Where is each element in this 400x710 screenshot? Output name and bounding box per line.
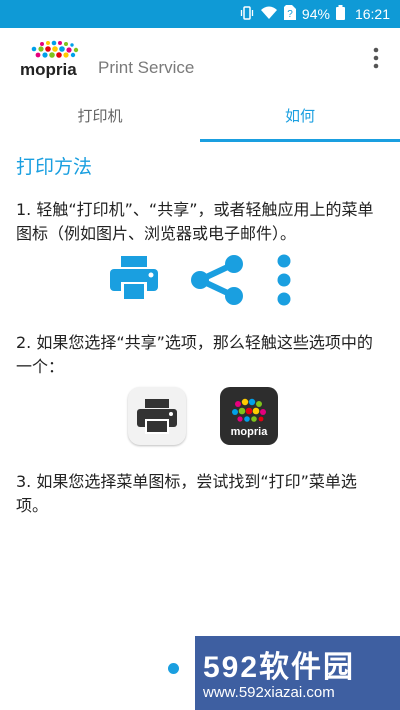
share-icon	[190, 254, 244, 310]
app-bar: mopria Print Service	[0, 28, 400, 90]
section-title: 打印方法	[16, 156, 93, 178]
battery-icon	[335, 5, 345, 23]
watermark-title: 592软件园	[203, 651, 356, 684]
tab-indicator	[200, 139, 400, 142]
printer-icon	[110, 256, 158, 306]
print-app-icon	[128, 387, 186, 445]
status-bar: ? 94% 16:21	[0, 0, 400, 28]
sim-unknown-icon: ?	[283, 5, 296, 23]
step-3-text: 3. 如果您选择菜单图标，尝试找到“打印”菜单选项。	[16, 472, 357, 515]
tab-bar: 打印机 如何	[0, 90, 400, 142]
tab-printers[interactable]: 打印机	[0, 90, 200, 142]
svg-text:?: ?	[287, 9, 293, 20]
more-vert-icon[interactable]	[370, 46, 382, 70]
tab-how-to[interactable]: 如何	[200, 90, 400, 142]
step-1-text: 1. 轻触“打印机”、“共享”，或者轻触应用上的菜单图标（例如图片、浏览器或电子…	[16, 200, 374, 243]
mopria-app-icon: mopria	[220, 387, 278, 445]
page-indicator-dot	[168, 663, 179, 674]
watermark-url: www.592xiazai.com	[203, 684, 335, 701]
wifi-icon	[260, 6, 278, 23]
status-time: 16:21	[354, 6, 390, 22]
step-2-text: 2. 如果您选择“共享”选项，那么轻触这些选项中的一个：	[16, 333, 373, 376]
vibrate-icon	[240, 5, 254, 23]
battery-percent: 94%	[301, 6, 330, 22]
mopria-logo: mopria	[20, 38, 92, 79]
menu-dots-icon	[276, 254, 292, 310]
app-title: Print Service	[98, 58, 195, 77]
mopria-tile-label: mopria	[231, 426, 269, 438]
watermark: 592软件园 www.592xiazai.com	[195, 636, 400, 710]
logo-text: mopria	[20, 60, 77, 78]
